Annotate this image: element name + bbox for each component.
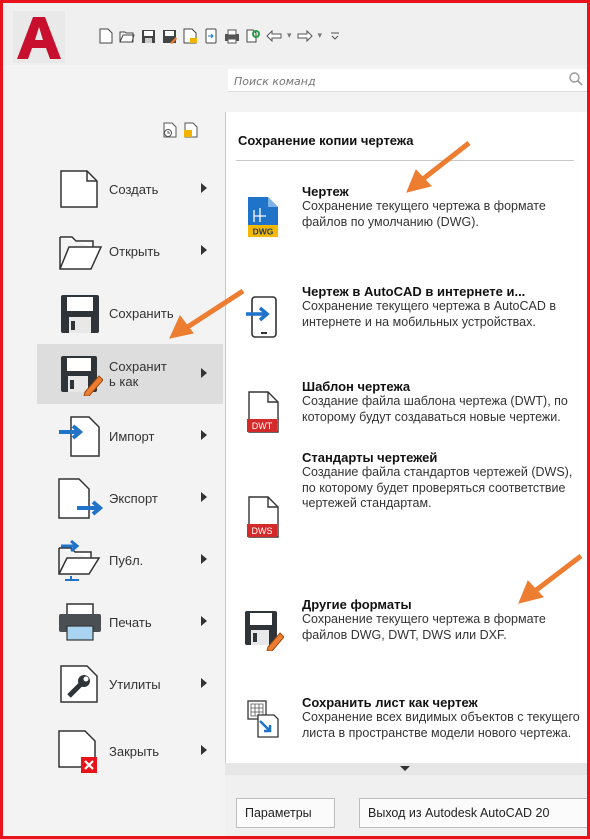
- application-menu-window: ▾ ▾ Создать Открыть Со: [0, 0, 590, 839]
- annotation-arrow-icon: [169, 141, 583, 604]
- annotation-arrows: [169, 141, 583, 604]
